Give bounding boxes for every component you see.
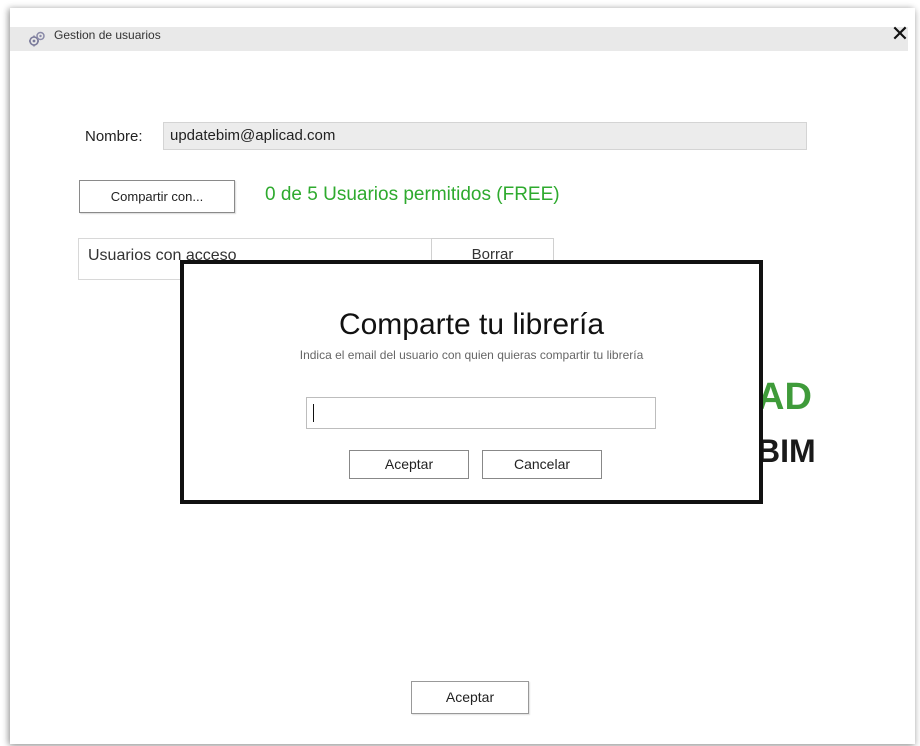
dialog-accept-button[interactable]: Aceptar: [349, 450, 469, 479]
dialog-subtitle: Indica el email del usuario con quien qu…: [299, 348, 644, 362]
dialog-cancel-button[interactable]: Cancelar: [482, 450, 602, 479]
allowed-users-status: 0 de 5 Usuarios permitidos (FREE): [265, 184, 560, 205]
nombre-label: Nombre:: [85, 128, 143, 145]
brand-logo-line1: AD: [757, 376, 812, 418]
brand-logo-line2: BIM: [757, 433, 816, 469]
accept-button[interactable]: Aceptar: [411, 681, 529, 714]
dialog-title: Comparte tu librería: [338, 308, 605, 341]
window-title: Gestion de usuarios: [54, 28, 161, 42]
email-input[interactable]: [306, 397, 656, 429]
nombre-field: updatebim@aplicad.com: [163, 122, 807, 150]
share-library-dialog: Comparte tu librería Indica el email del…: [180, 260, 763, 504]
share-with-button[interactable]: Compartir con...: [79, 180, 235, 213]
text-cursor: [313, 404, 314, 422]
gear-users-icon: [29, 31, 45, 47]
close-icon[interactable]: ✕: [888, 22, 912, 46]
